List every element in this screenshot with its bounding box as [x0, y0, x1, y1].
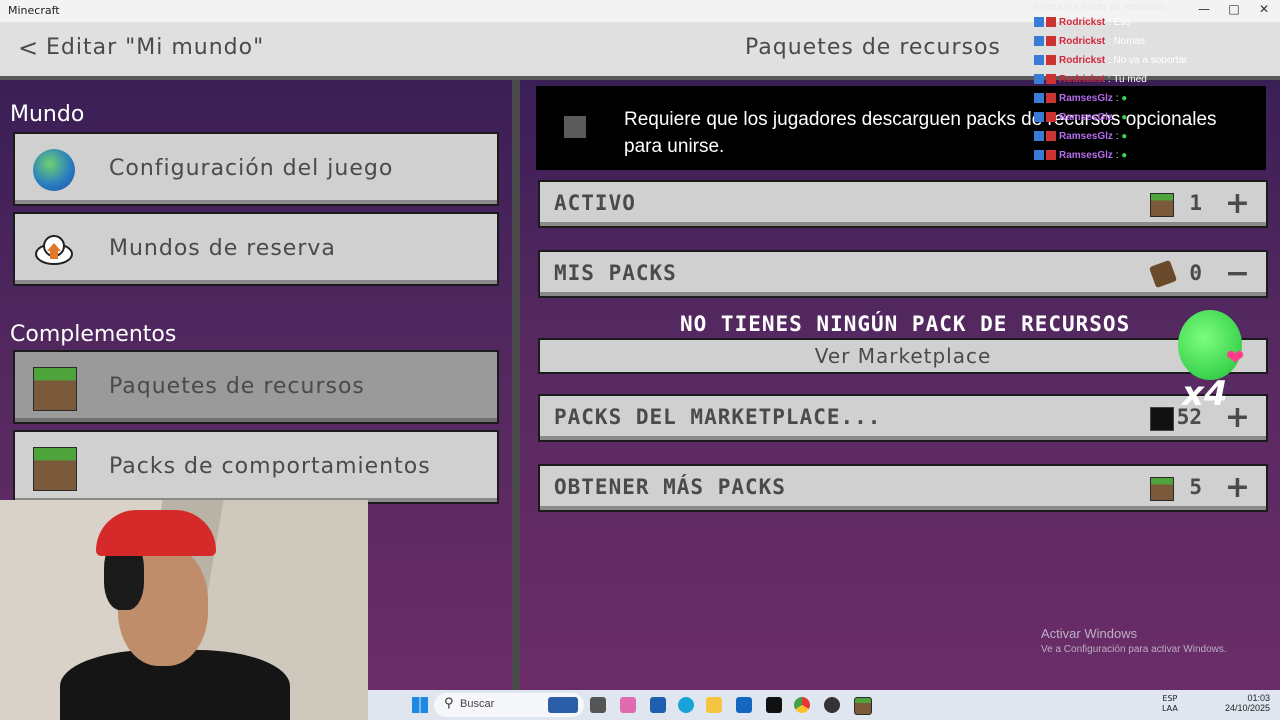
expand-icon[interactable]: +	[1225, 470, 1250, 505]
back-button[interactable]: <	[18, 34, 38, 62]
grass-block-icon	[1150, 477, 1174, 501]
view-marketplace-button[interactable]: Ver Marketplace	[538, 338, 1268, 374]
my-packs-row[interactable]: MIS PACKS 0 −	[538, 250, 1268, 298]
chat-message: Rodrickst : Nomas	[1034, 36, 1274, 55]
outlook-icon[interactable]	[736, 697, 752, 713]
section-title: Paquetes de recursos	[745, 35, 1001, 60]
row-label: MIS PACKS	[554, 261, 677, 285]
right-panel: Requiere que los jugadores descarguen pa…	[520, 80, 1280, 690]
chat-message: Rodrickst : No va a soportar	[1034, 55, 1274, 74]
cloud-upload-icon	[33, 229, 75, 271]
clock-date: 24/10/2025	[1224, 703, 1270, 713]
get-more-packs-row[interactable]: OBTENER MÁS PACKS 5 +	[538, 464, 1268, 512]
behavior-packs-button[interactable]: Packs de comportamientos	[13, 430, 499, 504]
minecraft-icon[interactable]	[854, 697, 872, 715]
chat-message: Rodrickst : Tu med	[1034, 74, 1274, 93]
lang-top: ESP	[1162, 694, 1178, 703]
file-explorer-icon[interactable]	[706, 697, 722, 713]
button-label: Ver Marketplace	[814, 344, 992, 368]
grass-block-icon	[33, 447, 77, 491]
widget-icon[interactable]	[548, 697, 578, 713]
marketplace-icon	[1150, 407, 1174, 431]
back-icon: <	[18, 34, 39, 62]
watermark-subtitle: Ve a Configuración para activar Windows.	[1041, 644, 1227, 655]
chat-message: RamsesGlz : ●	[1034, 112, 1274, 131]
chat-header: tarjeta por hacer un realmsito	[1034, 2, 1165, 13]
emote-icon: ●	[1121, 131, 1128, 142]
resource-packs-button[interactable]: Paquetes de recursos	[13, 350, 499, 424]
sticker-label: x4	[1182, 374, 1228, 414]
chat-message: RamsesGlz : ●	[1034, 131, 1274, 150]
marketplace-packs-row[interactable]: PACKS DEL MARKETPLACE... 52 +	[538, 394, 1268, 442]
webcam-overlay	[0, 500, 368, 720]
section-heading-mundo: Mundo	[10, 102, 85, 127]
active-packs-row[interactable]: ACTIVO 1 +	[538, 180, 1268, 228]
expand-icon[interactable]: +	[1225, 186, 1250, 221]
row-label: ACTIVO	[554, 191, 636, 215]
row-label: PACKS DEL MARKETPLACE...	[554, 405, 882, 429]
row-label: OBTENER MÁS PACKS	[554, 475, 786, 499]
start-icon[interactable]	[412, 697, 428, 713]
chrome-icon[interactable]	[794, 697, 810, 713]
book-icon	[1148, 259, 1178, 289]
chat-message: Rodrickst : Eso	[1034, 17, 1274, 36]
section-heading-complementos: Complementos	[10, 322, 177, 347]
copilot-icon[interactable]	[620, 697, 636, 713]
windows-activation-watermark: Activar Windows Ve a Configuración para …	[1041, 626, 1227, 655]
store-icon[interactable]	[650, 697, 666, 713]
obs-icon[interactable]	[824, 697, 840, 713]
clock-time: 01:03	[1247, 693, 1270, 703]
window-title: Minecraft	[8, 4, 60, 17]
chat-message: RamsesGlz : ●	[1034, 150, 1274, 169]
system-clock[interactable]: 01:03 24/10/2025	[1225, 693, 1270, 713]
row-count: 1	[1189, 191, 1202, 215]
windows-taskbar: ⚲ Buscar ESP LAA 01:03 24/10/2025	[368, 690, 1280, 720]
emote-icon: ●	[1121, 93, 1128, 104]
edge-icon[interactable]	[678, 697, 694, 713]
button-label: Paquetes de recursos	[109, 374, 365, 399]
collapse-icon[interactable]: −	[1225, 256, 1250, 291]
globe-icon	[33, 149, 75, 191]
emote-icon: ●	[1121, 112, 1128, 123]
page-title: Editar "Mi mundo"	[46, 35, 265, 60]
game-settings-button[interactable]: Configuración del juego	[13, 132, 499, 206]
backup-worlds-button[interactable]: Mundos de reserva	[13, 212, 499, 286]
stream-chat-overlay: tarjeta por hacer un realmsito Rodrickst…	[1034, 2, 1274, 169]
search-icon: ⚲	[444, 696, 454, 711]
button-label: Mundos de reserva	[109, 236, 336, 261]
tiktok-icon[interactable]	[766, 697, 782, 713]
chat-message: RamsesGlz : ●	[1034, 93, 1274, 112]
watermark-title: Activar Windows	[1041, 626, 1138, 641]
panel-divider	[512, 80, 520, 690]
task-view-icon[interactable]	[590, 697, 606, 713]
lang-bottom: LAA	[1162, 704, 1178, 713]
button-label: Packs de comportamientos	[109, 454, 431, 479]
language-indicator[interactable]: ESP LAA	[1162, 694, 1178, 714]
grass-block-icon	[1150, 193, 1174, 217]
empty-message: NO TIENES NINGÚN PACK DE RECURSOS	[680, 312, 1131, 336]
emote-icon: ●	[1121, 150, 1128, 161]
button-label: Configuración del juego	[109, 156, 394, 181]
search-placeholder: Buscar	[460, 698, 495, 710]
grass-block-icon	[33, 367, 77, 411]
heart-icon: ❤	[1226, 346, 1245, 371]
row-count: 0	[1189, 261, 1202, 285]
row-count: 5	[1189, 475, 1202, 499]
checkbox[interactable]	[564, 116, 586, 138]
emote-sticker: ❤ x4	[1174, 308, 1250, 418]
